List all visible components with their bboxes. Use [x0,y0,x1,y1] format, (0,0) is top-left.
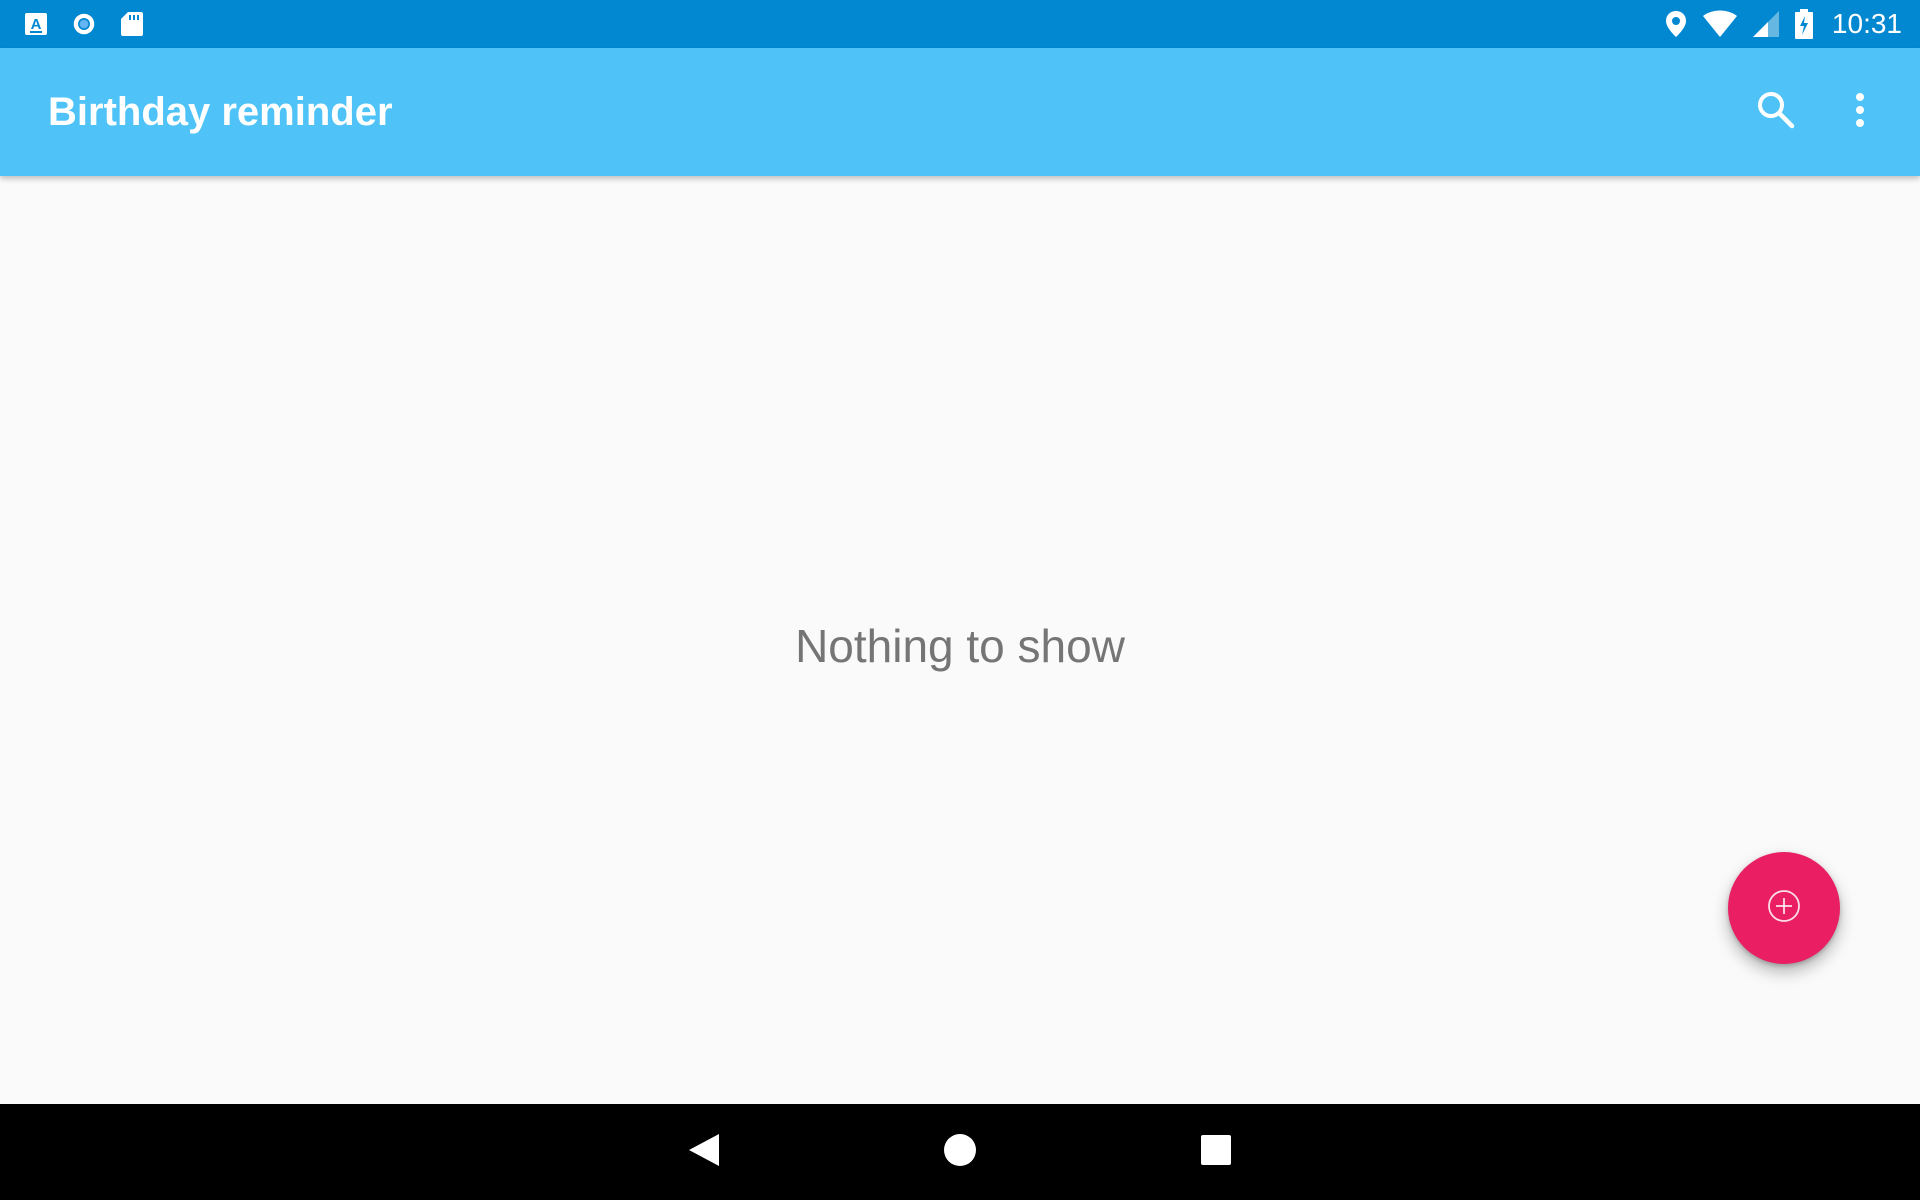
home-button[interactable] [928,1120,992,1184]
search-button[interactable] [1744,80,1808,144]
cell-signal-icon [1752,11,1780,37]
sync-circle-icon [72,12,96,36]
more-vert-icon [1854,92,1866,133]
back-icon [687,1132,721,1173]
battery-charging-icon [1794,9,1814,39]
search-icon [1756,90,1796,135]
status-system: 10:31 [1664,0,1902,48]
birthday-list-area: Nothing to show [0,176,1920,1104]
recents-button[interactable] [1184,1120,1248,1184]
svg-text:A: A [31,16,42,33]
back-button[interactable] [672,1120,736,1184]
more-options-button[interactable] [1828,80,1892,144]
screen: A 10:31 Birthday reminder Nothing to sho… [0,0,1920,1200]
keyboard-a-icon: A [24,12,48,36]
recents-icon [1201,1134,1231,1170]
home-icon [943,1133,977,1172]
status-bar: A 10:31 [0,0,1920,48]
add-circle-icon [1767,889,1801,928]
status-notifications: A [24,0,144,48]
location-icon [1664,11,1688,37]
sd-card-icon [120,12,144,36]
wifi-icon [1702,10,1738,37]
navigation-bar [0,1104,1920,1200]
empty-state-message: Nothing to show [795,620,1125,672]
app-bar: Birthday reminder [0,48,1920,176]
status-time: 10:31 [1831,8,1902,39]
add-birthday-button[interactable] [1728,852,1840,964]
app-title: Birthday reminder [48,90,393,134]
